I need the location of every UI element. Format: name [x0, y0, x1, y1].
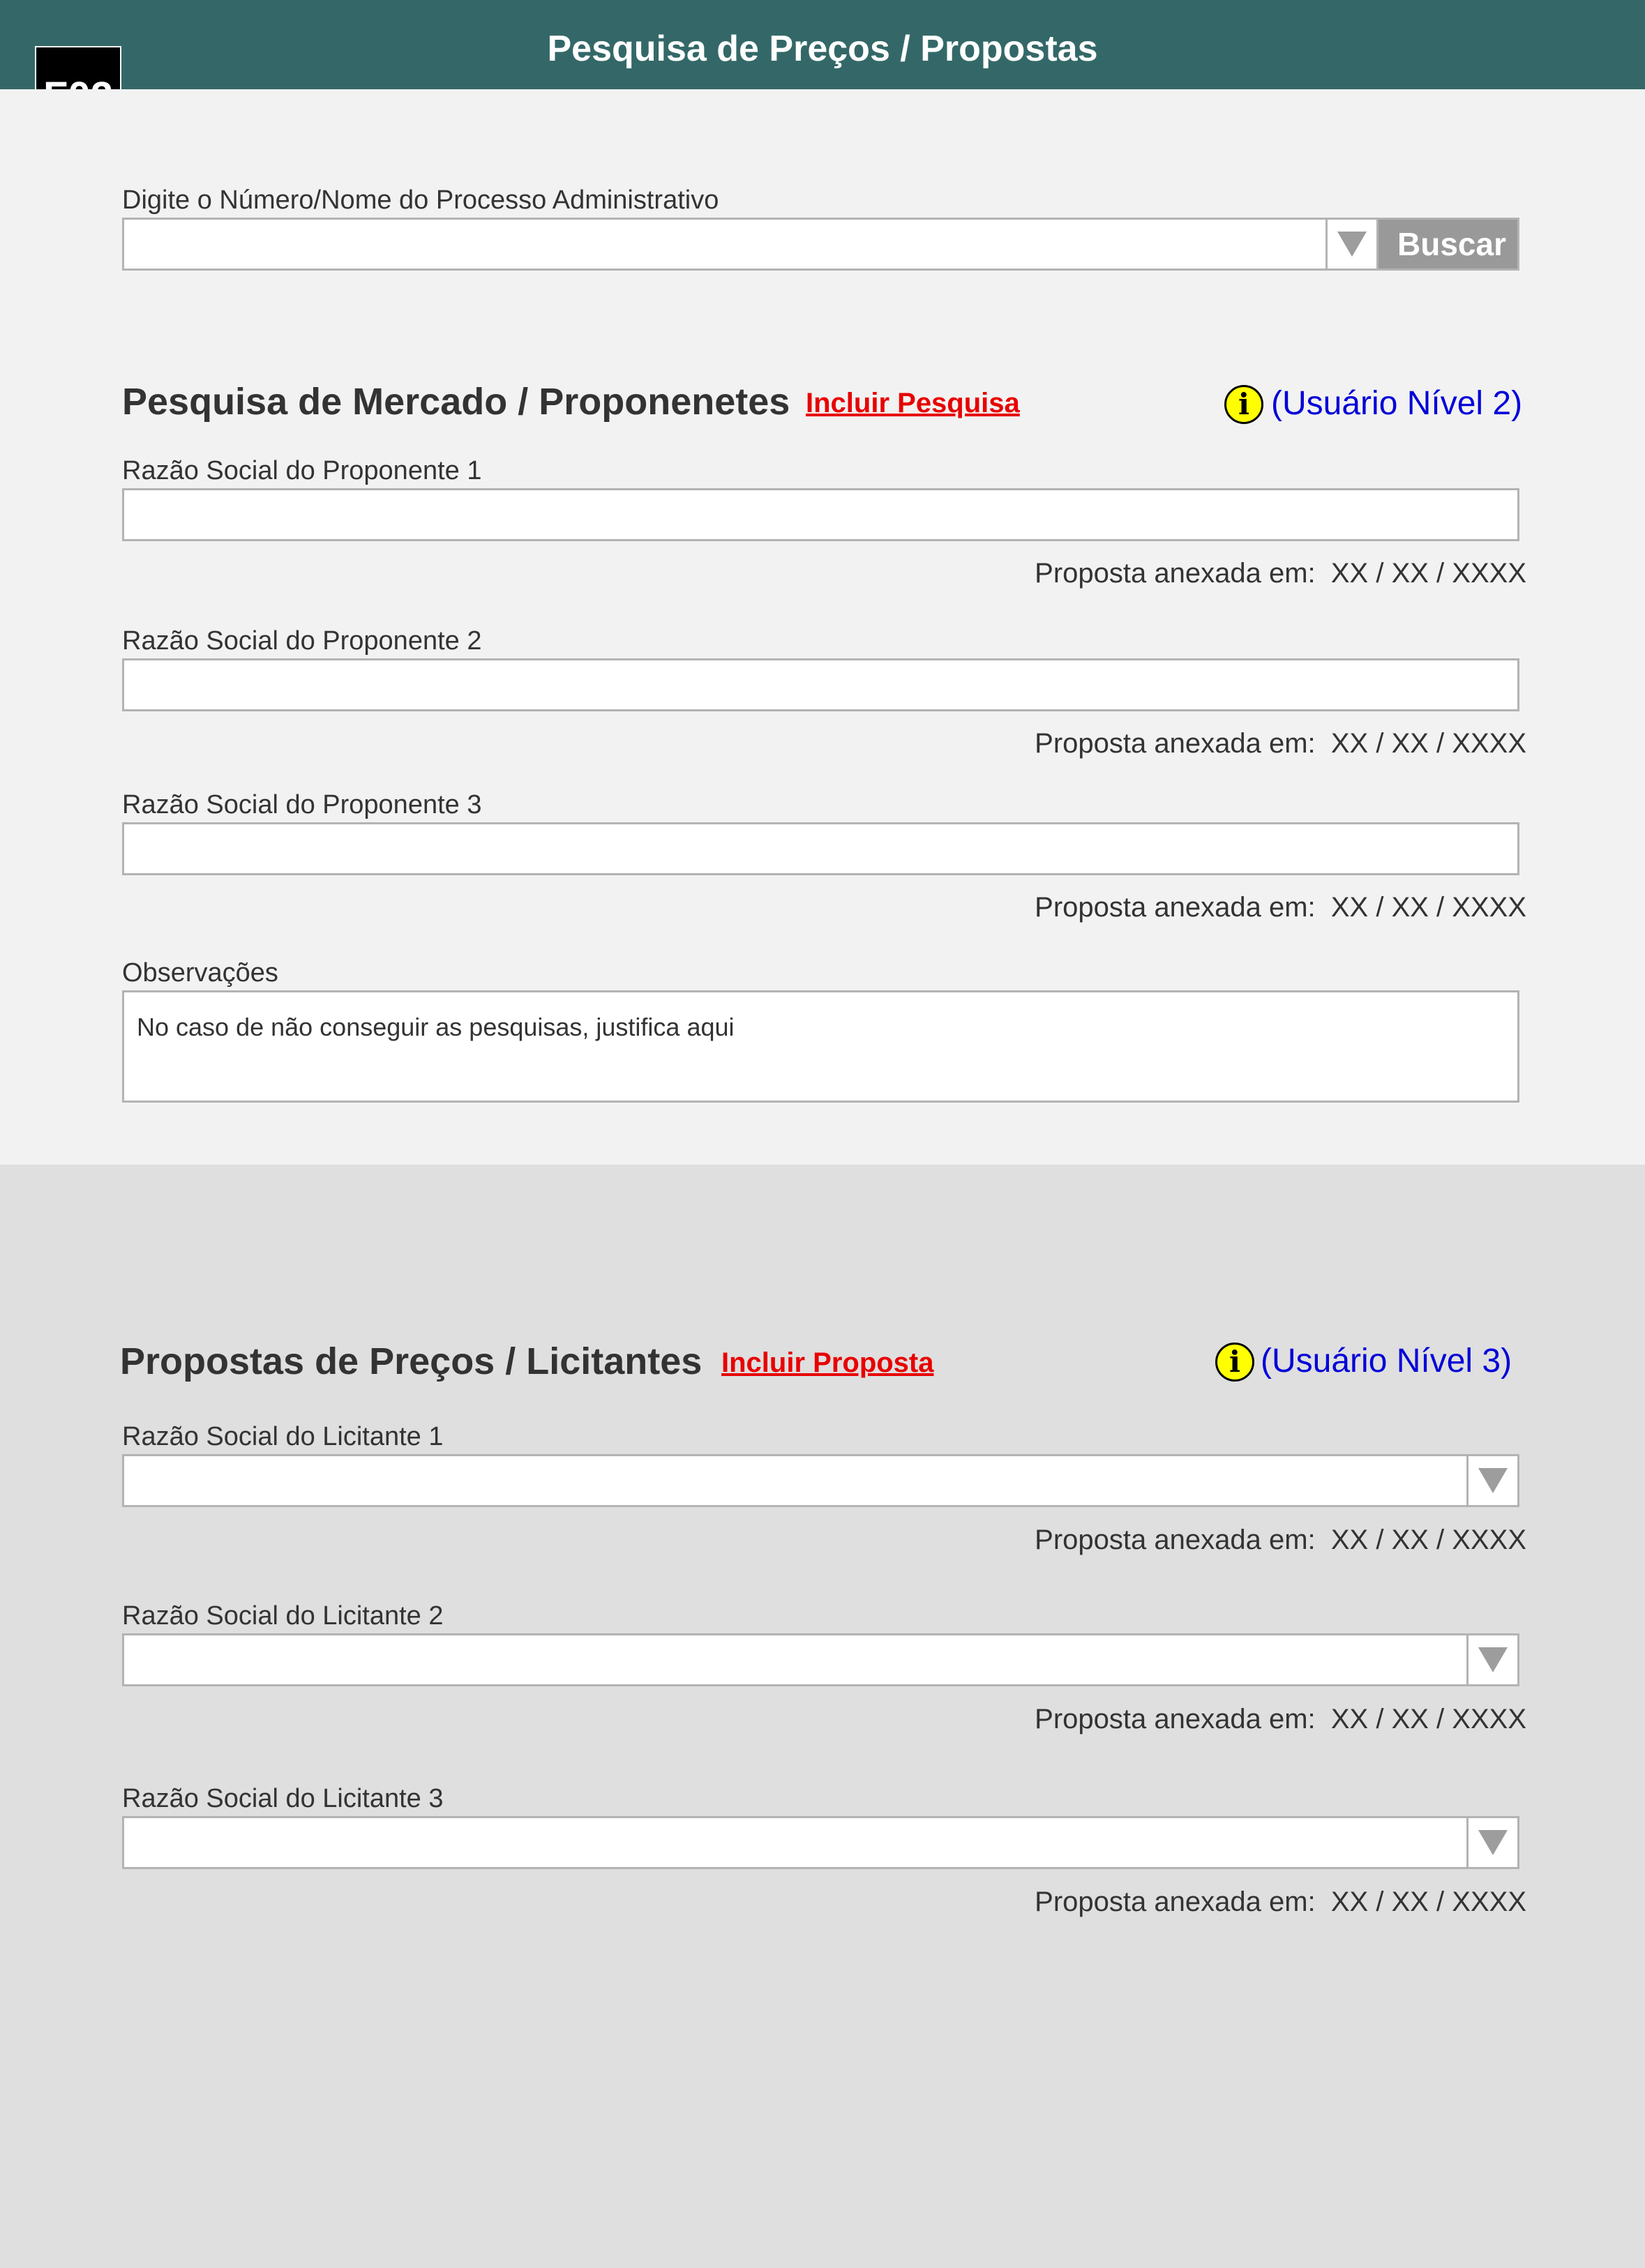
attached-date: XX / XX / XXXX — [1330, 1525, 1526, 1555]
bidder-1-select[interactable] — [122, 1454, 1469, 1507]
attached-label: Proposta anexada em: — [1035, 558, 1316, 589]
attached-date: XX / XX / XXXX — [1330, 892, 1526, 923]
proponent-1-input[interactable] — [122, 488, 1519, 541]
bidder-2-dropdown-button[interactable] — [1466, 1633, 1519, 1686]
attached-date: XX / XX / XXXX — [1330, 1704, 1526, 1734]
info-icon[interactable]: i — [1215, 1343, 1254, 1382]
attached-date: XX / XX / XXXX — [1330, 558, 1526, 589]
proponent-2-input[interactable] — [122, 658, 1519, 711]
bidder-1-attached: Proposta anexada em: XX / XX / XXXX — [1035, 1523, 1526, 1557]
bidder-3-label: Razão Social do Licitante 3 — [122, 1784, 444, 1813]
add-research-link[interactable]: Incluir Pesquisa — [806, 386, 1020, 420]
info-icon[interactable]: i — [1224, 385, 1263, 424]
proponent-3-input[interactable] — [122, 822, 1519, 875]
bidder-1-label: Razão Social do Licitante 1 — [122, 1422, 444, 1451]
chevron-down-icon — [1478, 1647, 1508, 1672]
process-dropdown-button[interactable] — [1325, 218, 1379, 271]
observations-label: Observações — [122, 958, 278, 988]
attached-date: XX / XX / XXXX — [1330, 1887, 1526, 1917]
bidder-2-attached: Proposta anexada em: XX / XX / XXXX — [1035, 1702, 1526, 1736]
proponent-1-label: Razão Social do Proponente 1 — [122, 456, 482, 485]
bidder-3-attached: Proposta anexada em: XX / XX / XXXX — [1035, 1885, 1526, 1919]
chevron-down-icon — [1478, 1830, 1508, 1855]
chevron-down-icon — [1337, 232, 1367, 257]
attached-label: Proposta anexada em: — [1035, 892, 1316, 923]
attached-label: Proposta anexada em: — [1035, 728, 1316, 759]
attached-label: Proposta anexada em: — [1035, 1525, 1316, 1555]
attached-label: Proposta anexada em: — [1035, 1704, 1316, 1734]
bidder-2-select[interactable] — [122, 1633, 1469, 1686]
user-level-label: (Usuário Nível 3) — [1261, 1343, 1512, 1379]
proponent-2-attached: Proposta anexada em: XX / XX / XXXX — [1035, 727, 1526, 760]
add-proposal-link[interactable]: Incluir Proposta — [721, 1346, 934, 1379]
process-search-input[interactable] — [122, 218, 1328, 271]
chevron-down-icon — [1478, 1468, 1508, 1493]
process-search-label: Digite o Número/Nome do Processo Adminis… — [122, 186, 719, 215]
price-proposals-title: Propostas de Preços / Licitantes — [120, 1340, 703, 1382]
attached-label: Proposta anexada em: — [1035, 1887, 1316, 1917]
search-button[interactable]: Buscar — [1376, 218, 1519, 271]
bidder-3-dropdown-button[interactable] — [1466, 1816, 1519, 1869]
observations-textarea[interactable]: No caso de não conseguir as pesquisas, j… — [122, 990, 1519, 1103]
proponent-3-label: Razão Social do Proponente 3 — [122, 790, 482, 819]
proponent-1-attached: Proposta anexada em: XX / XX / XXXX — [1035, 557, 1526, 590]
bidder-1-dropdown-button[interactable] — [1466, 1454, 1519, 1507]
user-level-label: (Usuário Nível 2) — [1271, 385, 1523, 422]
proponent-2-label: Razão Social do Proponente 2 — [122, 626, 482, 656]
attached-date: XX / XX / XXXX — [1330, 728, 1526, 759]
bidder-3-select[interactable] — [122, 1816, 1469, 1869]
proponent-3-attached: Proposta anexada em: XX / XX / XXXX — [1035, 891, 1526, 924]
bidder-2-label: Razão Social do Licitante 2 — [122, 1601, 444, 1631]
market-research-title: Pesquisa de Mercado / Proponenetes — [122, 381, 790, 423]
page-title: Pesquisa de Preços / Propostas — [547, 29, 1098, 69]
